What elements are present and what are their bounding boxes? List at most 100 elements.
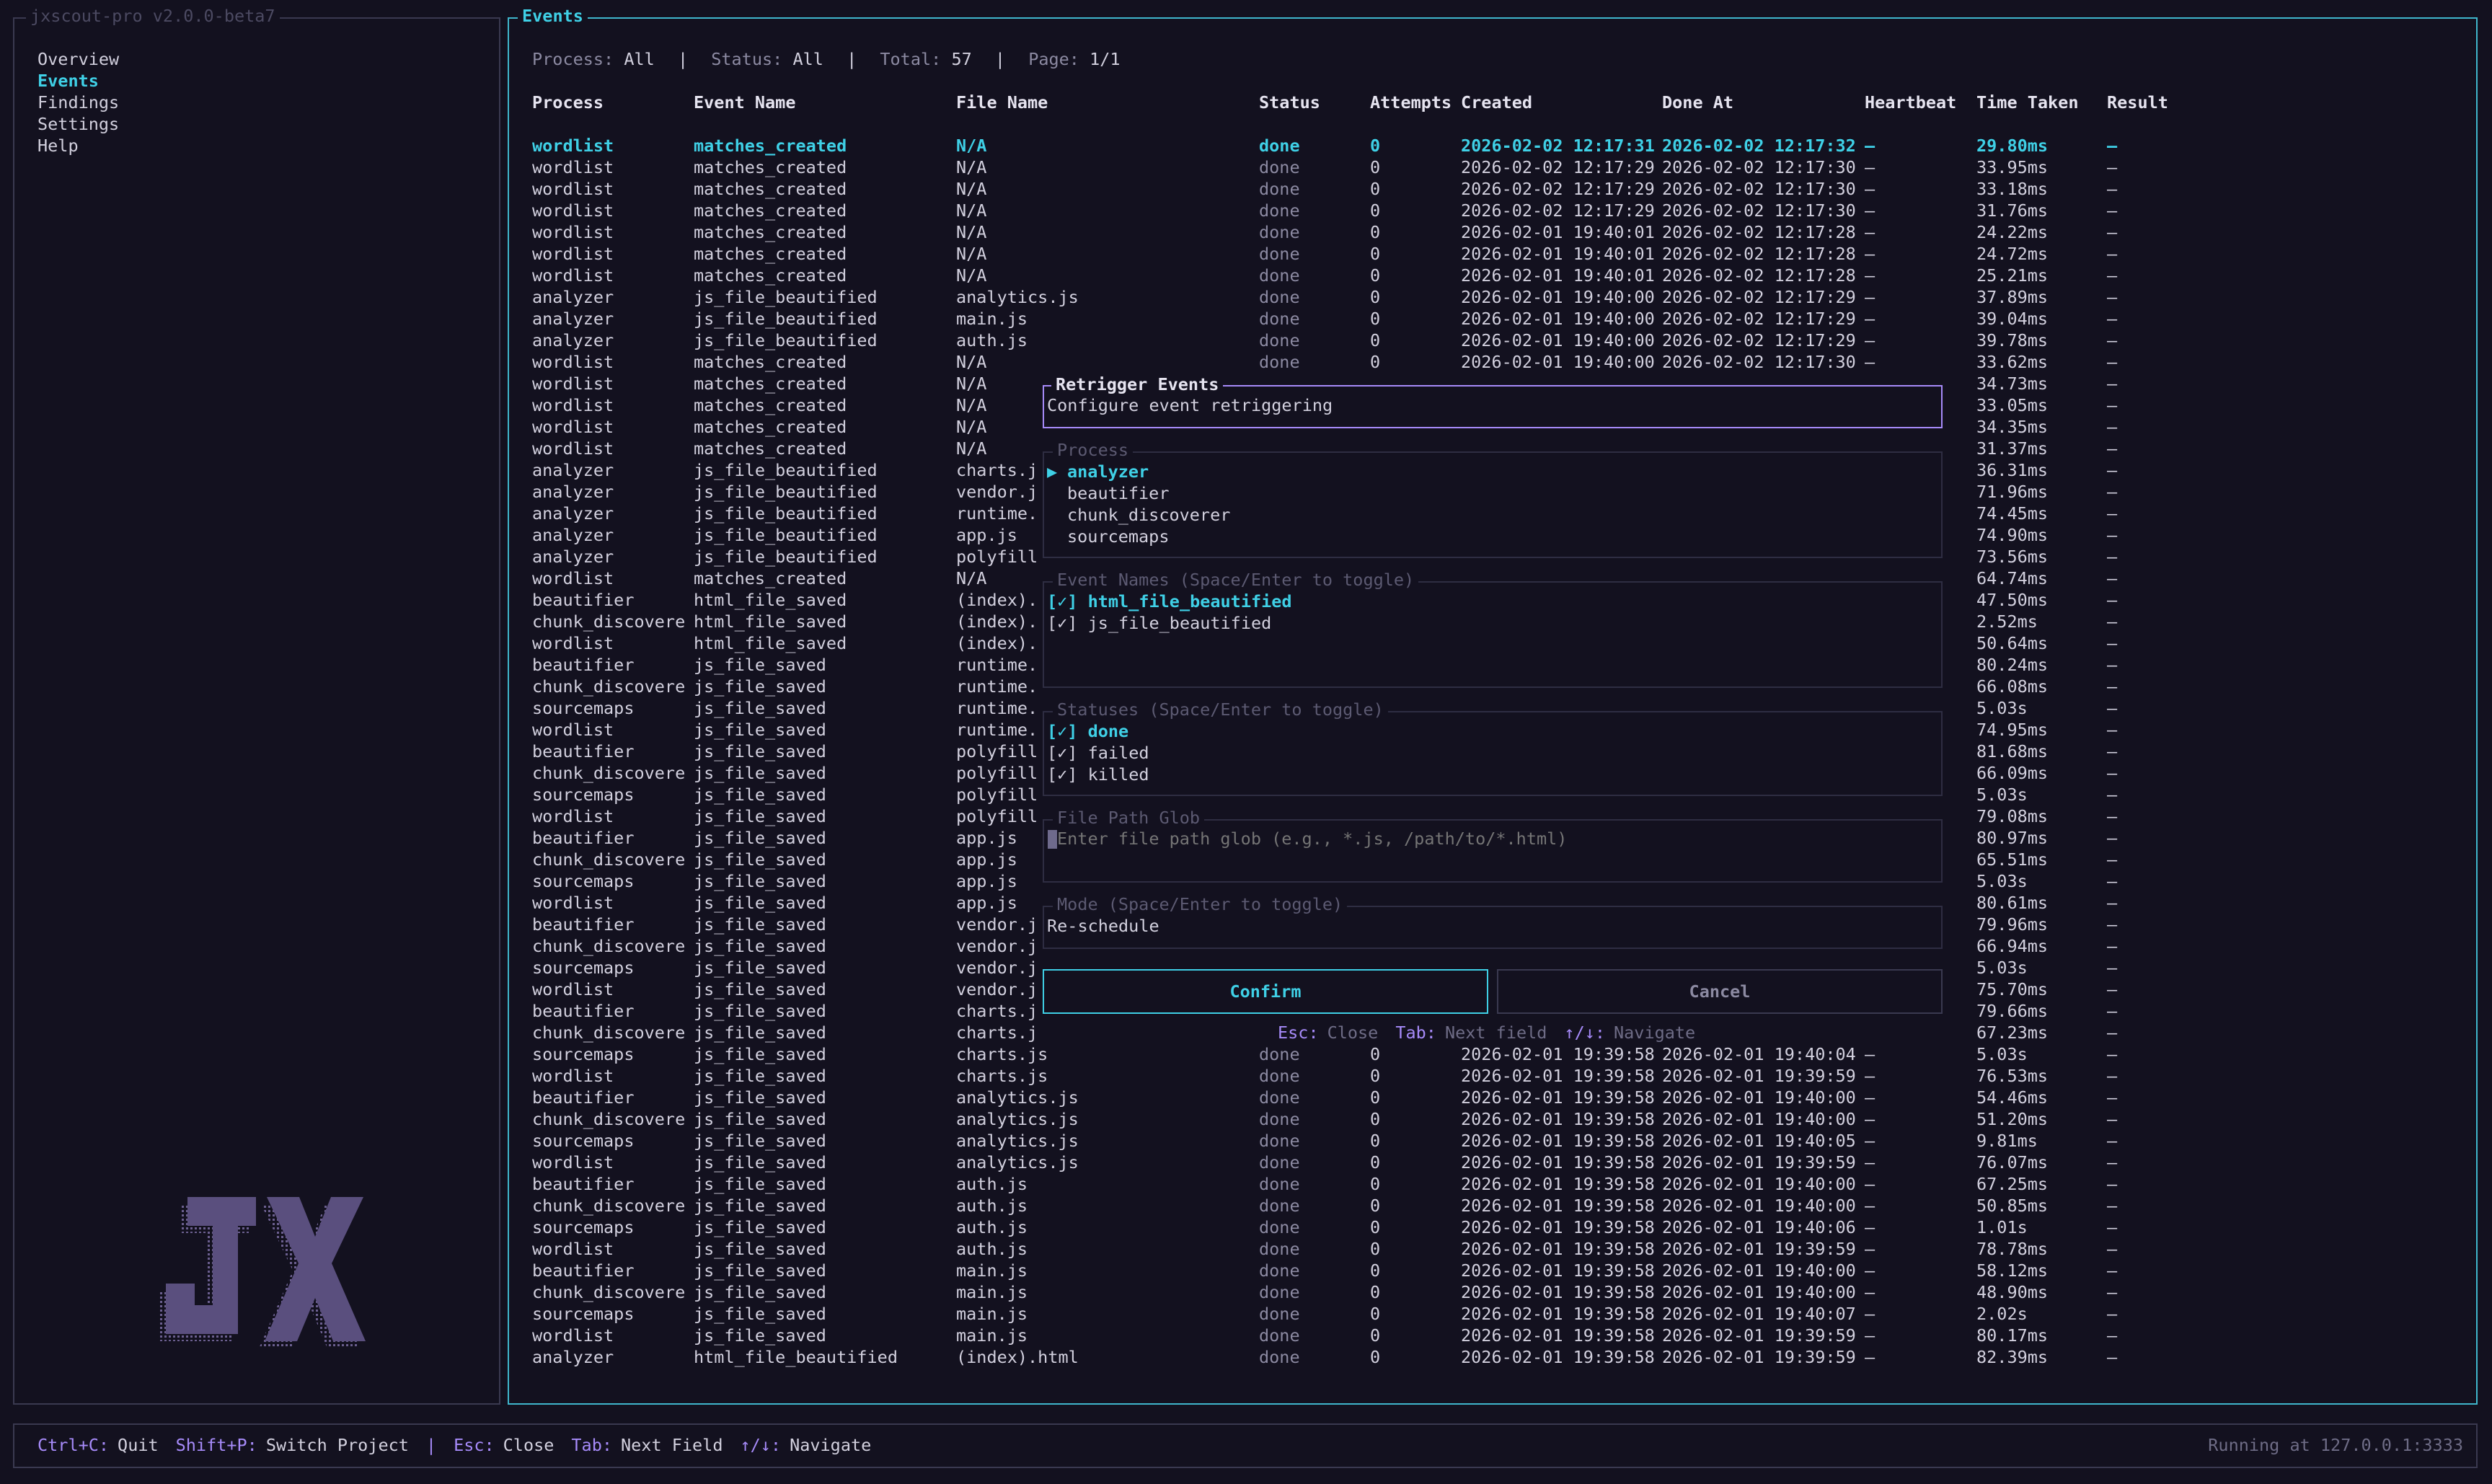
cell-process: sourcemaps [532,871,635,891]
cell-time-taken: 66.08ms [1976,676,2049,697]
cell-attempts: 0 [1370,265,1381,286]
checkbox-icon: [✓] [1047,613,1078,633]
cell-heartbeat: — [1865,352,1875,372]
cell-result: — [2107,806,2118,826]
cell-file-name: polyfill [956,785,1038,805]
hint-key: Shift+P: [175,1435,257,1455]
cell-event-name: js_file_beautified [694,309,878,329]
cell-time-taken: 2.52ms [1976,611,2038,632]
cell-status: done [1259,1260,1300,1281]
cell-created: 2026-02-01 19:39:58 [1461,1174,1655,1194]
cancel-button[interactable]: Cancel [1497,969,1943,1014]
event-name-checkbox-js_file_beautified[interactable]: [✓] js_file_beautified [1047,613,1292,635]
cell-event-name: js_file_saved [694,655,826,675]
cell-result: — [2107,979,2118,999]
cell-event-name: matches_created [694,352,847,372]
cell-event-name: js_file_beautified [694,503,878,524]
process-option-label: sourcemaps [1067,526,1170,547]
cell-time-taken: 47.50ms [1976,590,2049,610]
cell-created: 2026-02-01 19:39:58 [1461,1304,1655,1324]
cell-file-name: polyfill [956,806,1038,826]
cell-process: sourcemaps [532,698,635,718]
file-path-glob-input[interactable] [1057,828,1922,849]
cell-process: chunk_discovere [532,849,686,870]
cell-file-name: vendor.j [956,958,1038,978]
cell-file-name: runtime. [956,698,1038,718]
cell-time-taken: 66.09ms [1976,763,2049,783]
cell-heartbeat: — [1865,1282,1875,1302]
status-checkbox-killed[interactable]: [✓] killed [1047,764,1149,786]
status-checkbox-label: failed [1087,743,1149,763]
cell-status: done [1259,1304,1300,1324]
process-option-sourcemaps[interactable]: sourcemaps [1047,526,1230,548]
cell-file-name: analytics.js [956,1152,1079,1172]
cell-process: wordlist [532,893,614,913]
cell-result: — [2107,1239,2118,1259]
process-option-label: chunk_discoverer [1067,505,1231,525]
hint-key: Tab: [1395,1023,1436,1043]
statuses-fieldset[interactable] [1043,711,1943,796]
cell-heartbeat: — [1865,157,1875,177]
cell-process: beautifier [532,1260,635,1281]
cell-file-name: N/A [956,265,987,286]
cell-file-name: N/A [956,244,987,264]
cell-process: sourcemaps [532,1131,635,1151]
cell-process: beautifier [532,914,635,935]
cell-time-taken: 79.96ms [1976,914,2049,935]
cell-time-taken: 65.51ms [1976,849,2049,870]
cell-file-name: vendor.j [956,936,1038,956]
cell-event-name: matches_created [694,244,847,264]
event-names-options: [✓] html_file_beautified [✓] js_file_beau… [1047,591,1292,635]
cell-event-name: js_file_saved [694,1325,826,1346]
cell-event-name: js_file_saved [694,1152,826,1172]
cell-attempts: 0 [1370,1131,1381,1151]
cell-process: wordlist [532,806,614,826]
cell-file-name: charts.j [956,460,1038,480]
process-option-analyzer[interactable]: ▶ analyzer [1047,461,1230,483]
cell-status: done [1259,309,1300,329]
checkbox-icon: [✓] [1047,764,1078,785]
hint-text: Close [1327,1023,1379,1043]
cell-process: beautifier [532,655,635,675]
status-checkbox-label: done [1087,721,1129,741]
cell-done-at: 2026-02-01 19:40:00 [1662,1196,1856,1216]
cell-process: beautifier [532,741,635,761]
cancel-label: Cancel [1689,981,1751,1002]
cell-time-taken: 78.78ms [1976,1239,2049,1259]
cell-created: 2026-02-02 12:17:29 [1461,179,1655,199]
cell-done-at: 2026-02-02 12:17:28 [1662,222,1856,242]
cell-result: — [2107,720,2118,740]
cell-result: — [2107,460,2118,480]
cell-result: — [2107,525,2118,545]
cell-file-name: auth.js [956,1196,1028,1216]
event-name-checkbox-html_file_beautified[interactable]: [✓] html_file_beautified [1047,591,1292,613]
cell-heartbeat: — [1865,287,1875,307]
cell-process: wordlist [532,1239,614,1259]
process-option-chunk_discoverer[interactable]: chunk_discoverer [1047,505,1230,526]
cell-process: chunk_discovere [532,611,686,632]
cell-result: — [2107,503,2118,524]
cell-file-name: app.js [956,828,1017,848]
cell-done-at: 2026-02-01 19:40:00 [1662,1260,1856,1281]
cell-time-taken: 5.03s [1976,958,2028,978]
cell-created: 2026-02-01 19:39:58 [1461,1196,1655,1216]
cell-process: wordlist [532,179,614,199]
cell-result: — [2107,1304,2118,1324]
cell-time-taken: 48.90ms [1976,1282,2049,1302]
cell-status: done [1259,244,1300,264]
status-checkbox-failed[interactable]: [✓] failed [1047,743,1149,764]
cell-heartbeat: — [1865,1131,1875,1151]
cell-file-name: (index).html [956,1347,1079,1367]
cell-heartbeat: — [1865,1066,1875,1086]
process-option-beautifier[interactable]: beautifier [1047,483,1230,505]
cell-process: wordlist [532,568,614,588]
cell-event-name: js_file_beautified [694,330,878,350]
status-checkbox-done[interactable]: [✓] done [1047,721,1149,743]
cell-process: beautifier [532,828,635,848]
cell-result: — [2107,1001,2118,1021]
cell-time-taken: 79.08ms [1976,806,2049,826]
confirm-button[interactable]: Confirm [1043,969,1488,1014]
process-legend: Process [1053,440,1134,460]
cell-process: beautifier [532,590,635,610]
selected-arrow-icon: ▶ [1047,461,1058,482]
